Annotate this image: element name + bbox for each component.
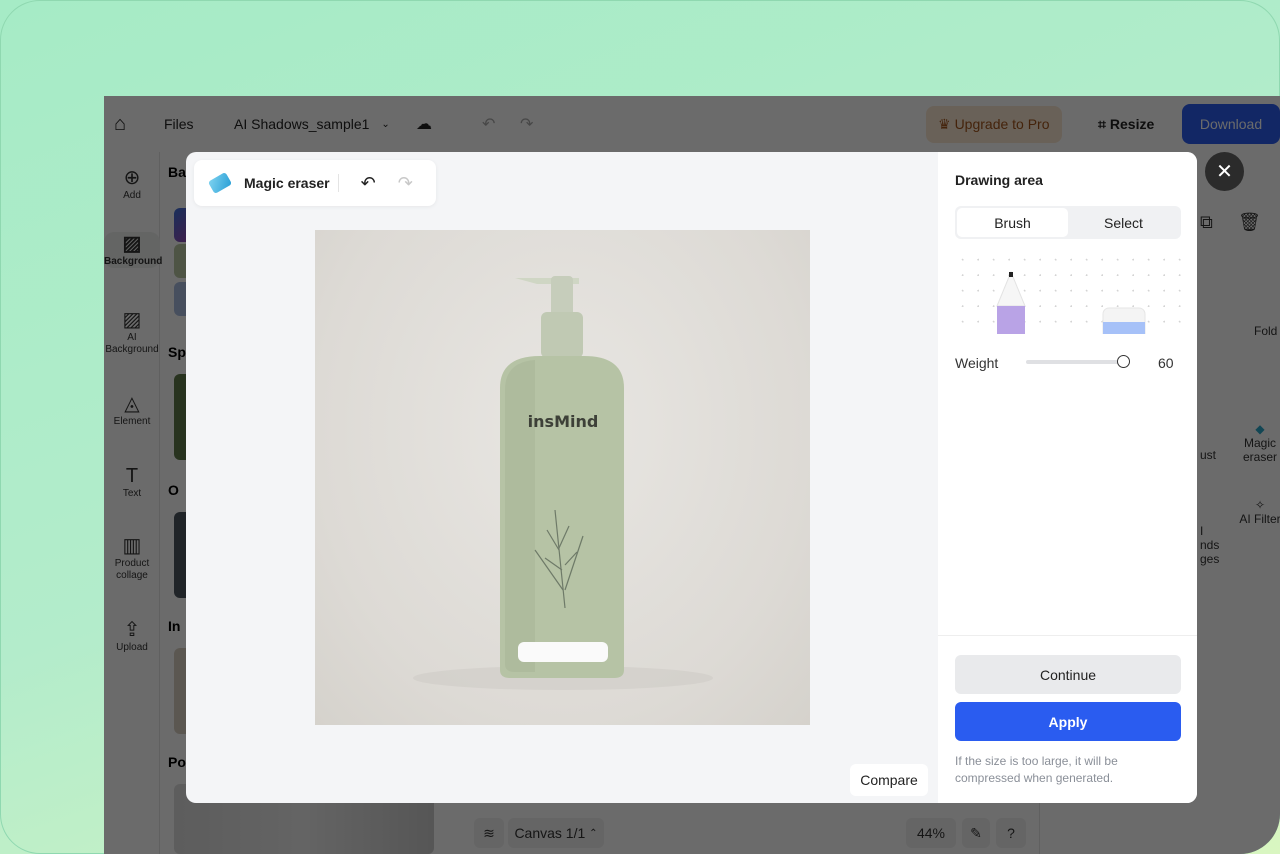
text-icon: T	[125, 465, 139, 487]
sidebar-item-ai-background[interactable]: ▨ AI Background	[104, 308, 160, 356]
divider	[337, 174, 339, 192]
tool-adjust[interactable]: ust	[1200, 448, 1216, 462]
eraser-icon: ◆	[1255, 422, 1265, 436]
canvas-selector[interactable]: Canvas 1/1 ⌃	[508, 818, 604, 848]
zoom-level[interactable]: 44%	[906, 818, 956, 848]
upload-folder-icon: ⇪	[123, 619, 141, 641]
notes-icon[interactable]: ✎	[962, 818, 990, 848]
duplicate-icon[interactable]: ⧉	[1200, 212, 1213, 233]
weight-label: Weight	[955, 355, 999, 371]
product-brand: insMind	[528, 412, 599, 431]
hatch-icon: ▨	[122, 233, 142, 255]
trash-icon[interactable]: 🗑	[1238, 212, 1261, 233]
crown-icon: ♛	[938, 115, 951, 132]
sidebar-label: Upload	[116, 642, 148, 653]
crop-icon: ⌗	[1098, 115, 1106, 132]
home-icon[interactable]: ⌂	[114, 113, 126, 136]
section-heading: Sp	[168, 344, 186, 360]
layers-icon[interactable]: ≋	[474, 818, 504, 848]
close-modal-button[interactable]: ✕	[1205, 152, 1244, 191]
sidebar-label: Text	[122, 488, 142, 499]
weight-slider[interactable]	[1026, 355, 1130, 368]
canvas-label: Canvas 1/1	[514, 825, 586, 841]
ai-hatch-icon: ▨	[122, 309, 142, 331]
tool-magic-eraser[interactable]: ◆ Magic eraser	[1236, 422, 1280, 464]
fold-button[interactable]: Fold	[1254, 324, 1277, 338]
product-image[interactable]: insMind	[315, 230, 810, 725]
magic-eraser-modal: Magic eraser ↶ ↷ insMind Compare Drawing…	[186, 152, 1197, 803]
sidebar-label: Element	[113, 416, 151, 427]
sidebar-item-add[interactable]: ⊕ Add	[104, 166, 160, 202]
section-heading: Ba	[168, 164, 186, 180]
plus-circle-icon: ⊕	[123, 167, 141, 189]
redo-icon[interactable]: ↷	[520, 114, 533, 134]
section-heading: Po	[168, 754, 186, 770]
sidebar-label: Add	[123, 190, 141, 201]
sidebar-item-text[interactable]: T Text	[104, 464, 160, 500]
chevron-up-icon: ⌃	[589, 827, 598, 839]
sidebar-item-element[interactable]: ◬ Element	[104, 392, 160, 428]
undo-icon[interactable]: ↶	[361, 173, 376, 194]
upgrade-label: Upgrade to Pro	[954, 116, 1050, 132]
upgrade-button[interactable]: ♛ Upgrade to Pro	[926, 105, 1062, 143]
project-name-dropdown[interactable]: AI Shadows_sample1 ⌄	[234, 116, 390, 132]
slider-handle[interactable]	[1117, 355, 1130, 368]
left-sidebar: ⊕ Add ▨ Background ▨ AI Background ◬ Element…	[104, 152, 163, 854]
tool-ai-filter[interactable]: ✧ AI Filter	[1234, 498, 1280, 526]
section-heading: O	[168, 482, 179, 498]
drawing-panel: Drawing area Brush Select Weight 60 Cont…	[938, 152, 1197, 803]
sidebar-label: Background	[104, 256, 163, 267]
section-heading: In	[168, 618, 181, 634]
size-note: If the size is too large, it will be com…	[955, 754, 1118, 785]
sidebar-item-upload[interactable]: ⇪ Upload	[104, 618, 160, 654]
magic-wand-icon: ✧	[1254, 498, 1266, 512]
tool-name: Magic eraser	[244, 175, 330, 191]
close-icon: ✕	[1216, 161, 1233, 183]
apply-button[interactable]: Apply	[955, 702, 1181, 741]
tool-label: AI Filter	[1239, 512, 1280, 526]
compare-button[interactable]: Compare	[850, 764, 928, 796]
top-bar: ⌂ Files AI Shadows_sample1 ⌄ ☁ ↶ ↷ ♛ Upgra…	[104, 96, 1280, 152]
continue-button[interactable]: Continue	[955, 655, 1181, 694]
help-button[interactable]: ?	[996, 818, 1026, 848]
sidebar-item-background[interactable]: ▨ Background	[104, 232, 163, 268]
bottle-illustration: insMind	[413, 276, 713, 690]
cloud-save-icon[interactable]: ☁	[416, 114, 432, 134]
brush-preview	[955, 252, 1181, 334]
mode-select[interactable]: Select	[1068, 208, 1179, 237]
sidebar-label: AI Background	[105, 332, 159, 355]
collage-icon: ▥	[122, 535, 142, 557]
tool-label: Magic eraser	[1242, 436, 1277, 464]
redo-icon[interactable]: ↷	[398, 173, 413, 194]
tool-ai-backgrounds[interactable]: I nds ges	[1200, 524, 1219, 566]
weight-value: 60	[1158, 355, 1174, 371]
resize-button[interactable]: ⌗ Resize	[1098, 116, 1154, 133]
panel-title: Drawing area	[955, 172, 1043, 188]
sidebar-label: Product collage	[114, 558, 150, 581]
eraser-icon	[207, 171, 233, 195]
tool-header: Magic eraser ↶ ↷	[194, 160, 436, 206]
eraser-preview-icon	[1102, 307, 1146, 334]
divider	[938, 635, 1197, 636]
project-name: AI Shadows_sample1	[234, 116, 370, 132]
mode-brush[interactable]: Brush	[957, 208, 1068, 237]
shapes-icon: ◬	[124, 393, 140, 415]
mode-toggle: Brush Select	[955, 206, 1181, 239]
chevron-down-icon: ⌄	[381, 118, 390, 130]
sidebar-item-product-collage[interactable]: ▥ Product collage	[104, 534, 160, 582]
resize-label: Resize	[1109, 116, 1155, 132]
files-link[interactable]: Files	[164, 116, 194, 132]
download-button[interactable]: Download	[1182, 104, 1280, 144]
undo-icon[interactable]: ↶	[482, 114, 495, 134]
